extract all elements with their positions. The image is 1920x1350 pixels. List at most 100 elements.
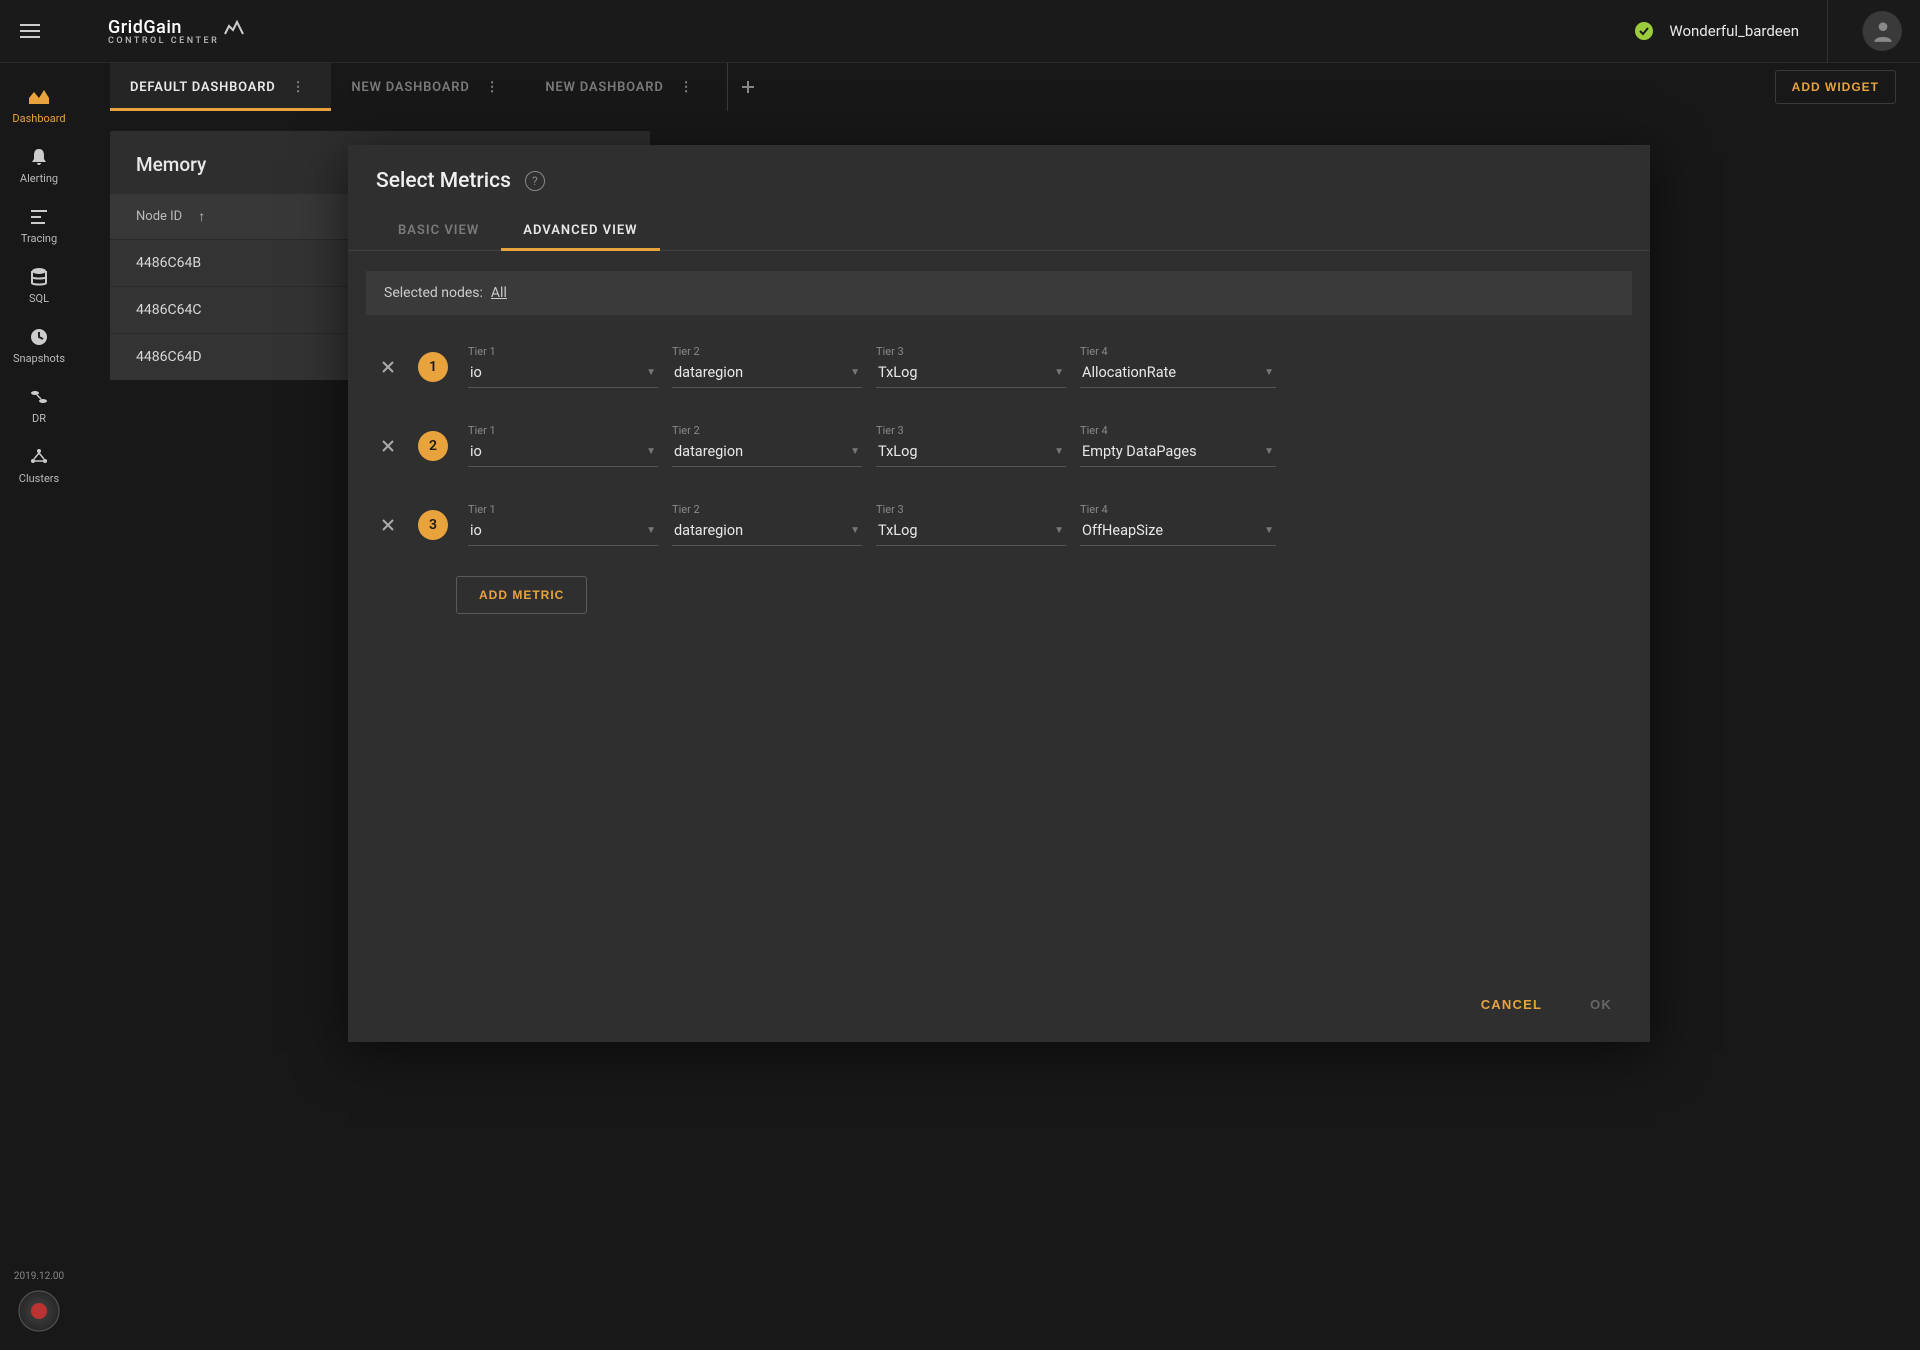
sidebar-item-tracing[interactable]: Tracing bbox=[5, 195, 73, 255]
tier3-select[interactable]: TxLog ▼ bbox=[876, 439, 1066, 467]
tier4-select[interactable]: OffHeapSize ▼ bbox=[1080, 518, 1276, 546]
tab-label: DEFAULT DASHBOARD bbox=[130, 80, 276, 95]
tier-label: Tier 1 bbox=[468, 345, 658, 358]
bars-icon bbox=[27, 205, 51, 229]
add-widget-button[interactable]: ADD WIDGET bbox=[1775, 70, 1896, 104]
logo-text: GridGain bbox=[108, 17, 182, 38]
chevron-down-icon: ▼ bbox=[1054, 367, 1064, 378]
tier2-select[interactable]: dataregion ▼ bbox=[672, 518, 862, 546]
sidebar-item-alerting[interactable]: Alerting bbox=[5, 135, 73, 195]
chevron-down-icon: ▼ bbox=[646, 525, 656, 536]
help-icon[interactable]: ? bbox=[525, 171, 545, 191]
sidebar-item-dr[interactable]: DR bbox=[5, 375, 73, 435]
replication-icon bbox=[27, 385, 51, 409]
dashboard-tabbar: DEFAULT DASHBOARD ⋮ NEW DASHBOARD ⋮ NEW … bbox=[78, 63, 1920, 111]
chevron-down-icon: ▼ bbox=[1054, 446, 1064, 457]
clock-icon bbox=[27, 325, 51, 349]
chevron-down-icon: ▼ bbox=[1054, 525, 1064, 536]
tier-label: Tier 1 bbox=[468, 503, 658, 516]
tier4-select[interactable]: AllocationRate ▼ bbox=[1080, 360, 1276, 388]
cancel-button[interactable]: CANCEL bbox=[1471, 989, 1552, 1020]
chevron-down-icon: ▼ bbox=[850, 446, 860, 457]
sidebar-item-snapshots[interactable]: Snapshots bbox=[5, 315, 73, 375]
sidebar-item-label: Snapshots bbox=[13, 352, 65, 365]
tier-value: TxLog bbox=[878, 364, 918, 381]
tier-value: dataregion bbox=[674, 364, 743, 381]
app-logo: GridGain CONTROL CENTER bbox=[108, 17, 245, 46]
metric-row: 2 Tier 1 io ▼ Tier 2 dataregion ▼ Tier 3… bbox=[366, 412, 1632, 491]
tier-value: TxLog bbox=[878, 522, 918, 539]
version-label: 2019.12.00 bbox=[14, 1271, 64, 1282]
tab-new-dashboard-2[interactable]: NEW DASHBOARD ⋮ bbox=[525, 63, 719, 111]
remove-metric-button[interactable] bbox=[376, 513, 400, 537]
chevron-down-icon: ▼ bbox=[646, 367, 656, 378]
tab-menu-button[interactable]: ⋮ bbox=[480, 80, 506, 95]
powered-by-badge bbox=[18, 1290, 60, 1332]
user-avatar-button[interactable] bbox=[1862, 11, 1902, 51]
tier1-select[interactable]: io ▼ bbox=[468, 518, 658, 546]
metric-number-badge: 1 bbox=[418, 352, 448, 382]
database-icon bbox=[27, 265, 51, 289]
chevron-down-icon: ▼ bbox=[1264, 367, 1274, 378]
tab-label: NEW DASHBOARD bbox=[351, 80, 469, 95]
tab-basic-view[interactable]: BASIC VIEW bbox=[376, 211, 501, 250]
app-header: GridGain CONTROL CENTER Wonderful_bardee… bbox=[0, 0, 1920, 63]
metric-number-badge: 3 bbox=[418, 510, 448, 540]
chevron-down-icon: ▼ bbox=[1264, 446, 1274, 457]
tier4-select[interactable]: Empty DataPages ▼ bbox=[1080, 439, 1276, 467]
status-ok-icon bbox=[1635, 22, 1653, 40]
tab-menu-button[interactable]: ⋮ bbox=[674, 80, 700, 95]
sidebar-item-label: SQL bbox=[29, 292, 49, 305]
tier3-select[interactable]: TxLog ▼ bbox=[876, 360, 1066, 388]
remove-metric-button[interactable] bbox=[376, 355, 400, 379]
sidebar-item-dashboard[interactable]: Dashboard bbox=[5, 75, 73, 135]
sidebar-item-label: Clusters bbox=[19, 472, 59, 485]
selected-nodes-label: Selected nodes: bbox=[384, 285, 483, 301]
bell-icon bbox=[27, 145, 51, 169]
tier-label: Tier 1 bbox=[468, 424, 658, 437]
add-metric-button[interactable]: ADD METRIC bbox=[456, 576, 587, 614]
metric-row: 1 Tier 1 io ▼ Tier 2 dataregion ▼ Tier 3… bbox=[366, 333, 1632, 412]
logo-subtitle: CONTROL CENTER bbox=[108, 36, 219, 46]
tier-label: Tier 3 bbox=[876, 503, 1066, 516]
tier-value: io bbox=[470, 364, 482, 381]
metric-number-badge: 2 bbox=[418, 431, 448, 461]
tier-value: OffHeapSize bbox=[1082, 522, 1163, 539]
tier-label: Tier 4 bbox=[1080, 345, 1276, 358]
tier2-select[interactable]: dataregion ▼ bbox=[672, 360, 862, 388]
username-label: Wonderful_bardeen bbox=[1669, 22, 1799, 40]
tier-label: Tier 2 bbox=[672, 503, 862, 516]
tier-value: io bbox=[470, 522, 482, 539]
tab-new-dashboard-1[interactable]: NEW DASHBOARD ⋮ bbox=[331, 63, 525, 111]
tier1-select[interactable]: io ▼ bbox=[468, 360, 658, 388]
ok-button[interactable]: OK bbox=[1580, 989, 1622, 1020]
modal-overlay: Select Metrics ? BASIC VIEW ADVANCED VIE… bbox=[78, 111, 1920, 1350]
tier-value: io bbox=[470, 443, 482, 460]
tier1-select[interactable]: io ▼ bbox=[468, 439, 658, 467]
tier2-select[interactable]: dataregion ▼ bbox=[672, 439, 862, 467]
sidebar-item-clusters[interactable]: Clusters bbox=[5, 435, 73, 495]
sidebar: Dashboard Alerting Tracing SQL Snapshots bbox=[0, 63, 78, 1350]
tier-value: dataregion bbox=[674, 443, 743, 460]
tab-advanced-view[interactable]: ADVANCED VIEW bbox=[501, 211, 659, 250]
sidebar-item-label: Dashboard bbox=[12, 112, 65, 125]
logo-mark-icon bbox=[223, 18, 245, 36]
tab-label: NEW DASHBOARD bbox=[545, 80, 663, 95]
tier-label: Tier 2 bbox=[672, 345, 862, 358]
sidebar-item-sql[interactable]: SQL bbox=[5, 255, 73, 315]
sort-ascending-icon: ↑ bbox=[198, 208, 205, 225]
tab-menu-button[interactable]: ⋮ bbox=[286, 80, 312, 95]
remove-metric-button[interactable] bbox=[376, 434, 400, 458]
selected-nodes-link[interactable]: All bbox=[491, 285, 507, 301]
network-icon bbox=[27, 445, 51, 469]
chevron-down-icon: ▼ bbox=[646, 446, 656, 457]
tier3-select[interactable]: TxLog ▼ bbox=[876, 518, 1066, 546]
main-area: DEFAULT DASHBOARD ⋮ NEW DASHBOARD ⋮ NEW … bbox=[78, 63, 1920, 1350]
dashboard-content: Memory Node ID ↑ 4486C64B 4486C64C 4486C… bbox=[78, 111, 1920, 1350]
hamburger-menu-button[interactable] bbox=[12, 13, 48, 49]
sidebar-item-label: Tracing bbox=[21, 232, 57, 245]
add-tab-button[interactable] bbox=[727, 63, 767, 111]
sidebar-item-label: Alerting bbox=[20, 172, 58, 185]
tier-label: Tier 3 bbox=[876, 424, 1066, 437]
tab-default-dashboard[interactable]: DEFAULT DASHBOARD ⋮ bbox=[110, 63, 331, 111]
